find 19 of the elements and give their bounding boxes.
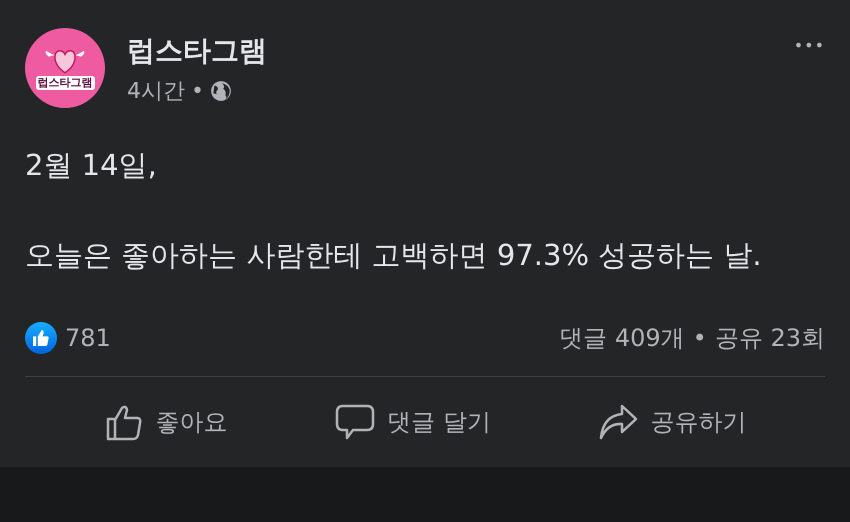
speech-bubble-icon — [335, 402, 376, 442]
more-menu-button[interactable]: ••• — [794, 36, 825, 55]
comment-button[interactable]: 댓글 달기 — [327, 396, 499, 448]
logo-text: 럽스타그램 — [36, 76, 94, 90]
like-count[interactable]: 781 — [65, 324, 111, 352]
post-text: 오늘은 좋아하는 사람한테 고백하면 97.3% 성공하는 날. — [25, 237, 763, 274]
author-name[interactable]: 럽스타그램 — [127, 32, 267, 70]
avatar[interactable]: 럽스타그램 — [25, 28, 105, 108]
share-button[interactable]: 공유하기 — [590, 396, 754, 448]
post-text: 2월 14일, — [25, 147, 158, 184]
share-arrow-icon — [598, 402, 638, 442]
like-reaction-icon — [25, 322, 57, 354]
post-time[interactable]: 4시간 — [127, 76, 185, 106]
share-count[interactable]: 공유 23회 — [714, 322, 825, 354]
separator-dot: • — [191, 78, 204, 104]
globe-icon — [210, 80, 232, 102]
like-button[interactable]: 좋아요 — [96, 396, 236, 448]
separator-dot: • — [692, 324, 707, 352]
comment-count[interactable]: 댓글 409개 — [559, 322, 685, 354]
